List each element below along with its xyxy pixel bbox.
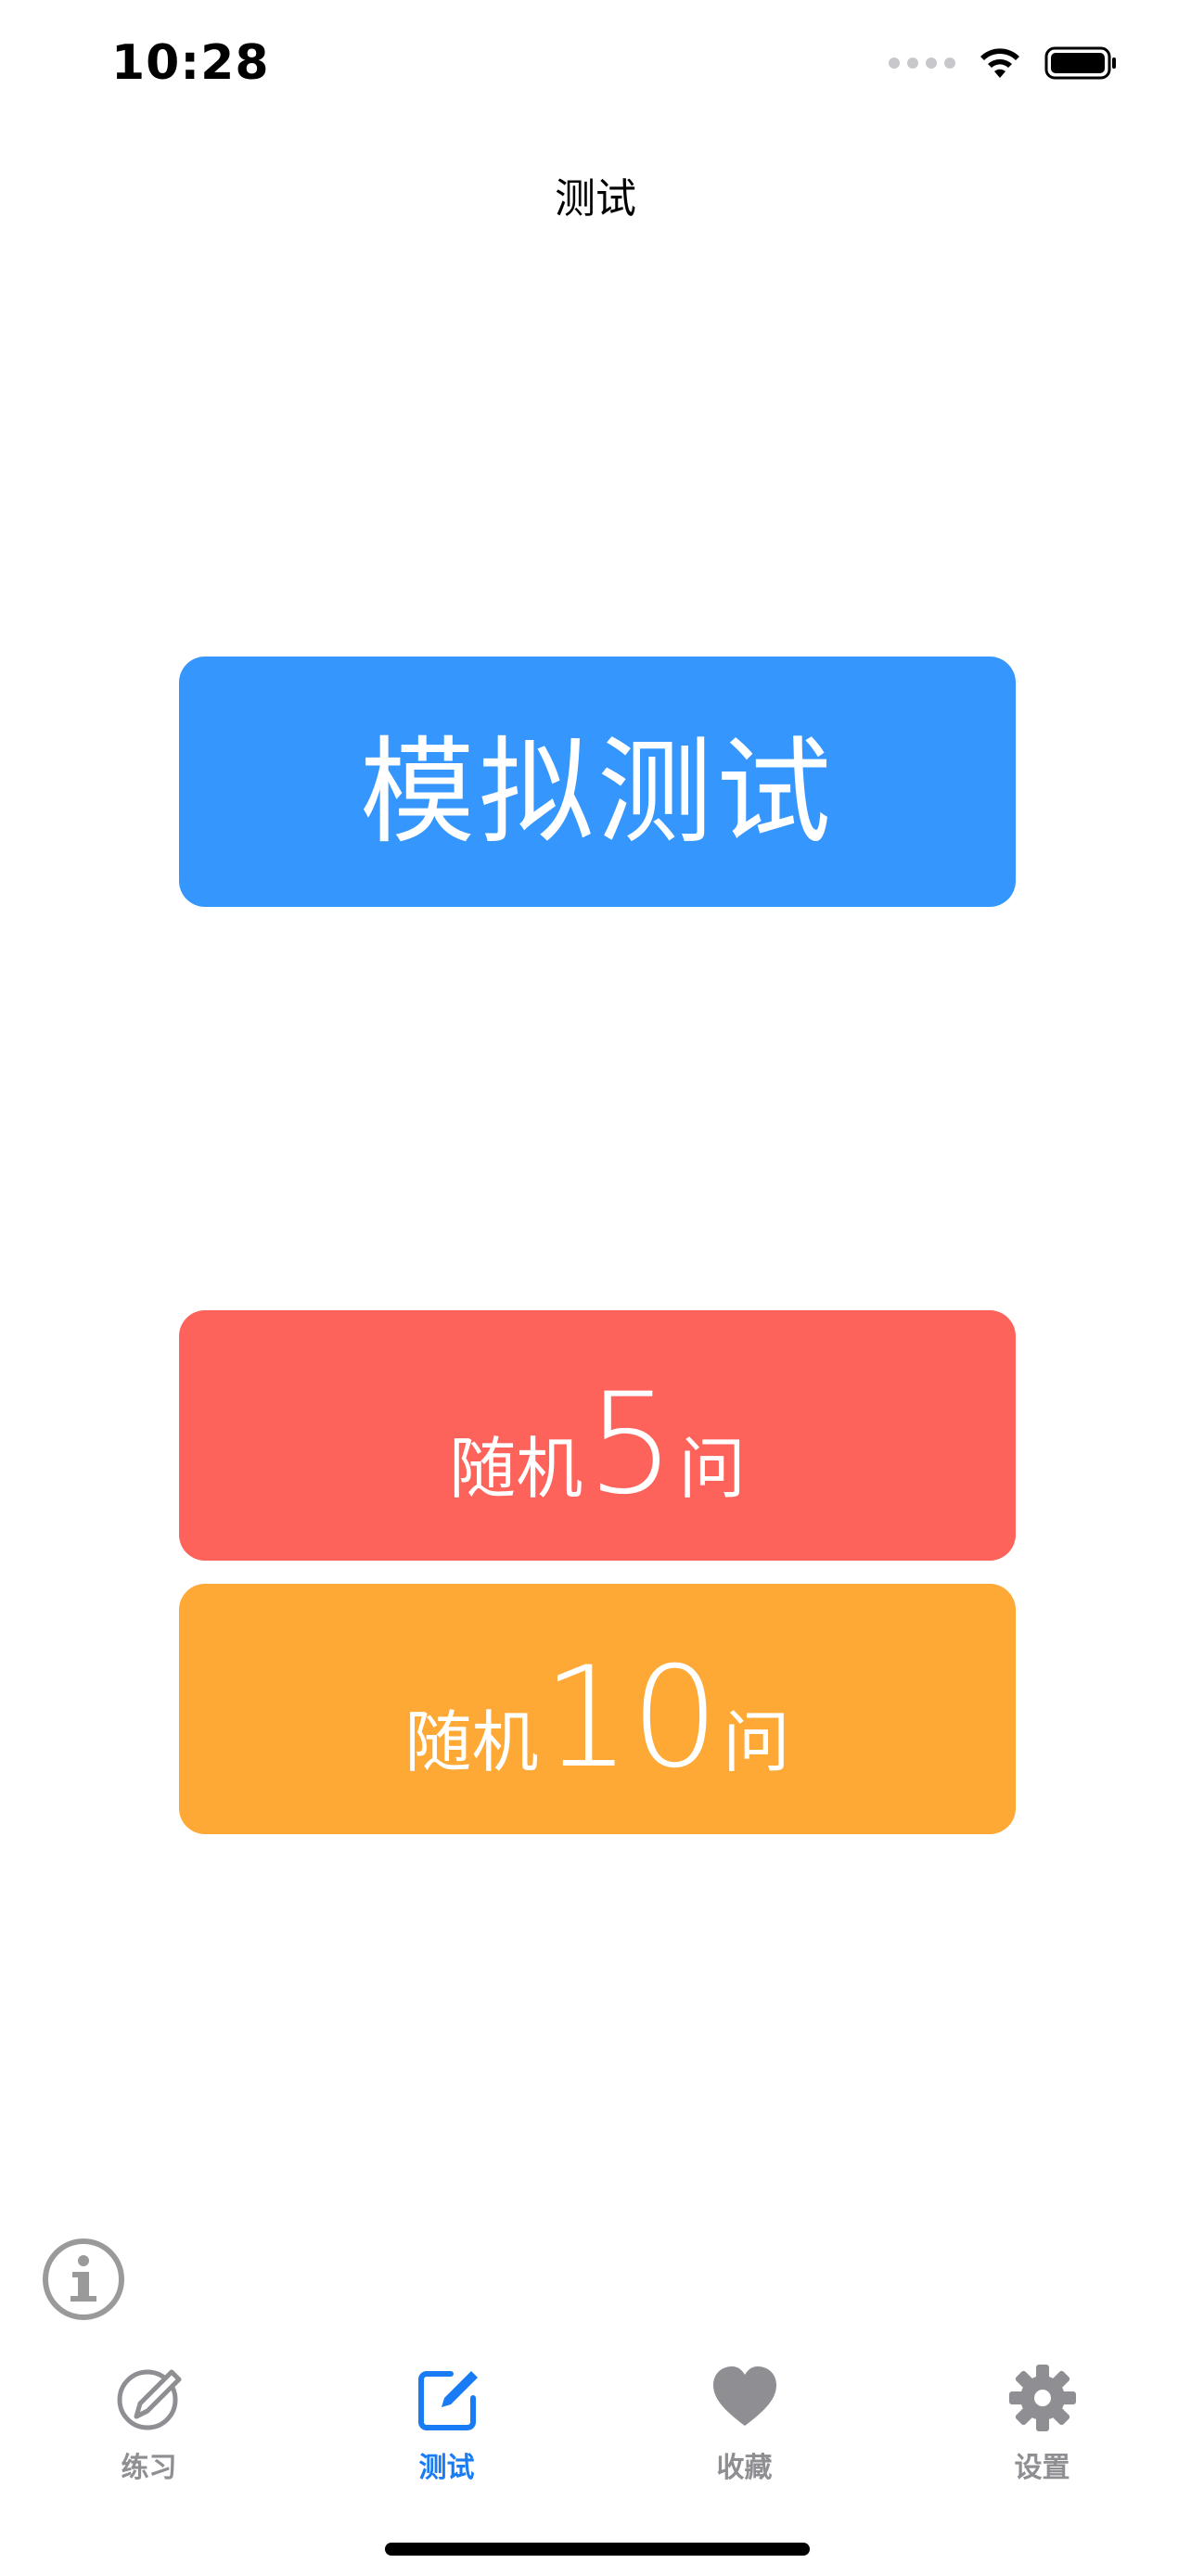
random-5-questions-button[interactable]: 随机 5 问 [179,1310,1016,1561]
simulated-test-label: 模拟测试 [359,726,835,860]
tab-bar: 练习 测试 收藏 设置 [0,2355,1191,2494]
random-10-suffix: 问 [723,1703,790,1781]
random-5-prefix: 随机 [449,1430,583,1508]
heart-icon [712,2366,776,2426]
app-screen: 10:28 测试 模拟测试 随机 5 问 随机 10 问 练习 测试 收藏 设置 [0,0,1191,2576]
random-5-number: 5 [586,1364,675,1525]
random-10-questions-button[interactable]: 随机 10 问 [179,1584,1016,1834]
tab-settings[interactable]: 设置 [893,2355,1191,2494]
tab-favorites[interactable]: 收藏 [596,2355,893,2494]
tab-practice-label: 练习 [121,2452,177,2484]
status-indicators [889,45,1119,82]
status-time: 10:28 [111,35,270,91]
tab-practice[interactable]: 练习 [0,2355,298,2494]
random-10-number: 10 [542,1638,720,1799]
pencil-circle-icon [117,2369,181,2430]
home-indicator[interactable] [385,2543,810,2556]
random-10-label: 随机 10 问 [405,1630,790,1788]
square-pencil-icon [417,2371,478,2430]
gear-icon [1008,2365,1076,2431]
random-10-prefix: 随机 [404,1703,539,1781]
random-5-label: 随机 5 问 [449,1357,745,1514]
tab-favorites-label: 收藏 [716,2452,773,2484]
battery-icon [1044,46,1116,80]
tab-settings-label: 设置 [1014,2452,1070,2484]
cellular-signal-icon [889,57,955,69]
page-title: 测试 [555,175,636,223]
tab-test-label: 测试 [418,2452,475,2484]
simulated-test-button[interactable]: 模拟测试 [179,657,1016,907]
wifi-icon [980,48,1019,78]
tab-test[interactable]: 测试 [298,2355,596,2494]
info-icon[interactable] [41,2237,126,2322]
random-5-suffix: 问 [678,1430,746,1508]
